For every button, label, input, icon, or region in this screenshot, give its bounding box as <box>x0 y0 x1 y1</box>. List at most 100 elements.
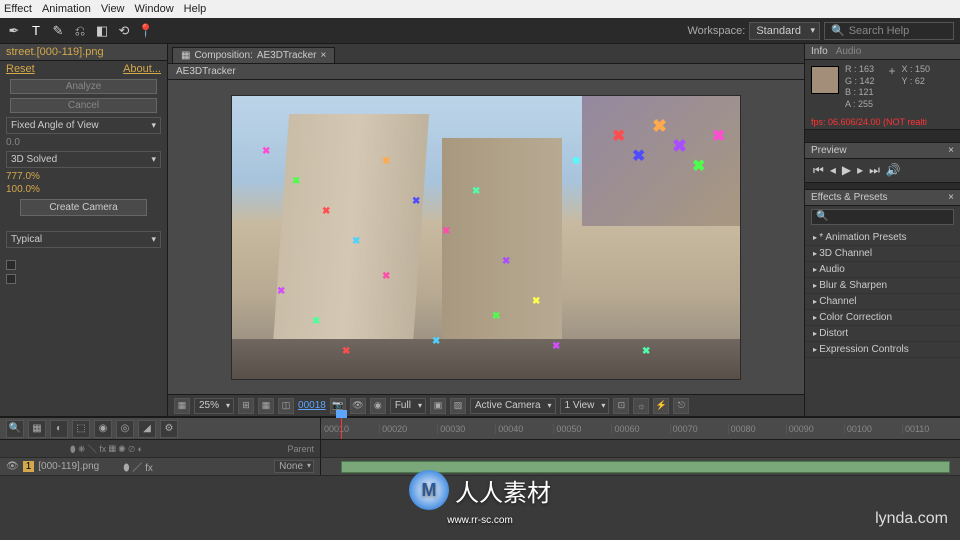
fx-category[interactable]: Color Correction <box>805 310 960 326</box>
preview-tab[interactable]: Preview <box>811 145 847 156</box>
track-point[interactable]: ✖ <box>432 336 444 348</box>
parent-dropdown[interactable]: None▾ <box>274 460 314 473</box>
zoom-dropdown[interactable]: 25% <box>194 398 234 414</box>
track-point[interactable]: ✖ <box>652 116 664 128</box>
close-icon[interactable]: × <box>948 192 954 203</box>
camera-dropdown[interactable]: Active Camera <box>470 398 556 414</box>
viewport[interactable]: ✖ ✖ ✖ ✖ ✖ ✖ ✖ ✖ ✖ ✖ ✖ ✖ ✖ ✖ ✖ ✖ ✖ ✖ ✖ ✖ <box>168 80 804 394</box>
track-point[interactable]: ✖ <box>502 256 514 268</box>
channel-icon[interactable]: ◉ <box>370 398 386 414</box>
layer-tab[interactable]: AE3DTracker <box>168 64 804 80</box>
track-point[interactable]: ✖ <box>322 206 334 218</box>
track-point[interactable]: ✖ <box>382 156 394 168</box>
cancel-button[interactable]: Cancel <box>10 98 157 113</box>
solve-status-dropdown[interactable]: 3D Solved <box>6 151 161 168</box>
reset-link[interactable]: Reset <box>6 63 35 75</box>
prev-frame-icon[interactable]: ◂ <box>830 163 836 178</box>
menu-window[interactable]: Window <box>135 3 174 15</box>
playhead[interactable] <box>341 418 342 439</box>
analyze-button[interactable]: Analyze <box>10 79 157 94</box>
menu-effect[interactable]: Effect <box>4 3 32 15</box>
create-camera-button[interactable]: Create Camera <box>20 199 147 216</box>
stamp-tool-icon[interactable]: ⎌ <box>72 23 88 39</box>
puppet-tool-icon[interactable]: 📍 <box>138 23 154 39</box>
viewer-mask-icon[interactable]: ◫ <box>278 398 294 414</box>
layer-visibility-icon[interactable]: 👁 <box>6 461 19 472</box>
track-point[interactable]: ✖ <box>262 146 274 158</box>
audio-tab[interactable]: Audio <box>836 46 862 57</box>
tl-comp-icon[interactable]: ▦ <box>28 420 46 438</box>
track-point[interactable]: ✖ <box>692 156 704 168</box>
fast-preview-icon[interactable]: ⚡ <box>653 398 669 414</box>
track-point[interactable]: ✖ <box>532 296 544 308</box>
track-point[interactable]: ✖ <box>277 286 289 298</box>
track-point[interactable]: ✖ <box>712 126 724 138</box>
first-frame-icon[interactable]: ⏮ <box>813 163 824 178</box>
track-point[interactable]: ✖ <box>492 311 504 323</box>
tl-motion-blur-icon[interactable]: ◉ <box>94 420 112 438</box>
track-point[interactable]: ✖ <box>312 316 324 328</box>
track-point[interactable]: ✖ <box>552 341 564 353</box>
checkbox-2[interactable] <box>6 274 16 284</box>
track-point[interactable]: ✖ <box>382 271 394 283</box>
brush-tool-icon[interactable]: ✎ <box>50 23 66 39</box>
transparency-icon[interactable]: ▨ <box>450 398 466 414</box>
search-help-input[interactable]: 🔍 Search Help <box>824 22 954 40</box>
tl-search-icon[interactable]: 🔍 <box>6 420 24 438</box>
track-point[interactable]: ✖ <box>672 136 684 148</box>
fx-category[interactable]: 3D Channel <box>805 246 960 262</box>
close-icon[interactable]: × <box>948 145 954 156</box>
pen-tool-icon[interactable]: ✒ <box>6 23 22 39</box>
info-tab[interactable]: Info <box>811 46 828 57</box>
tl-shy-icon[interactable]: ◐ <box>50 420 68 438</box>
menu-animation[interactable]: Animation <box>42 3 91 15</box>
eraser-tool-icon[interactable]: ◧ <box>94 23 110 39</box>
viewer-quality-icon[interactable]: ▦ <box>174 398 190 414</box>
menu-view[interactable]: View <box>101 3 125 15</box>
track-point[interactable]: ✖ <box>352 236 364 248</box>
fx-category[interactable]: Channel <box>805 294 960 310</box>
tl-frame-blend-icon[interactable]: ⬚ <box>72 420 90 438</box>
tl-graph-icon[interactable]: ◢ <box>138 420 156 438</box>
method-dropdown[interactable]: Typical <box>6 231 161 248</box>
rotobrush-tool-icon[interactable]: ⟲ <box>116 23 132 39</box>
mute-icon[interactable]: 🔊 <box>886 163 901 178</box>
effects-search-input[interactable]: 🔍 <box>811 209 954 225</box>
timeline-icon[interactable]: ⎋ <box>673 398 689 414</box>
footage-preview[interactable]: ✖ ✖ ✖ ✖ ✖ ✖ ✖ ✖ ✖ ✖ ✖ ✖ ✖ ✖ ✖ ✖ ✖ ✖ ✖ ✖ <box>231 95 741 380</box>
workspace-dropdown[interactable]: Standard <box>749 22 820 40</box>
about-link[interactable]: About... <box>123 63 161 75</box>
menu-help[interactable]: Help <box>184 3 207 15</box>
last-frame-icon[interactable]: ⏭ <box>869 163 880 178</box>
resolution-dropdown[interactable]: Full <box>390 398 426 414</box>
layer-name[interactable]: [000-119].png <box>38 461 99 472</box>
track-point[interactable]: ✖ <box>412 196 424 208</box>
track-point[interactable]: ✖ <box>442 226 454 238</box>
fx-category[interactable]: * Animation Presets <box>805 230 960 246</box>
track-point[interactable]: ✖ <box>632 146 644 158</box>
play-icon[interactable]: ▶ <box>842 163 851 178</box>
close-icon[interactable]: × <box>320 50 326 61</box>
exposure-icon[interactable]: ☼ <box>633 398 649 414</box>
track-point[interactable]: ✖ <box>612 126 624 138</box>
viewer-opt-icon[interactable]: ⊡ <box>613 398 629 414</box>
time-ruler[interactable]: 00010 00020 00030 00040 00050 00060 0007… <box>320 418 960 439</box>
checkbox-1[interactable] <box>6 260 16 270</box>
next-frame-icon[interactable]: ▸ <box>857 163 863 178</box>
tl-options-icon[interactable]: ⚙ <box>160 420 178 438</box>
fx-category[interactable]: Audio <box>805 262 960 278</box>
show-snapshot-icon[interactable]: 👁 <box>350 398 366 414</box>
region-icon[interactable]: ▣ <box>430 398 446 414</box>
text-tool-icon[interactable]: T <box>28 23 44 39</box>
track-point[interactable]: ✖ <box>572 156 584 168</box>
effects-presets-tab[interactable]: Effects & Presets <box>811 192 888 203</box>
composition-tab[interactable]: ▦ Composition: AE3DTracker × <box>172 47 335 63</box>
project-item-label[interactable]: street.[000-119].png <box>0 44 167 61</box>
viewer-res-icon[interactable]: ⊞ <box>238 398 254 414</box>
current-frame[interactable]: 00018 <box>298 400 326 411</box>
track-point[interactable]: ✖ <box>292 176 304 188</box>
track-point[interactable]: ✖ <box>472 186 484 198</box>
angle-mode-dropdown[interactable]: Fixed Angle of View <box>6 117 161 134</box>
track-point[interactable]: ✖ <box>342 346 354 358</box>
track-point[interactable]: ✖ <box>642 346 654 358</box>
